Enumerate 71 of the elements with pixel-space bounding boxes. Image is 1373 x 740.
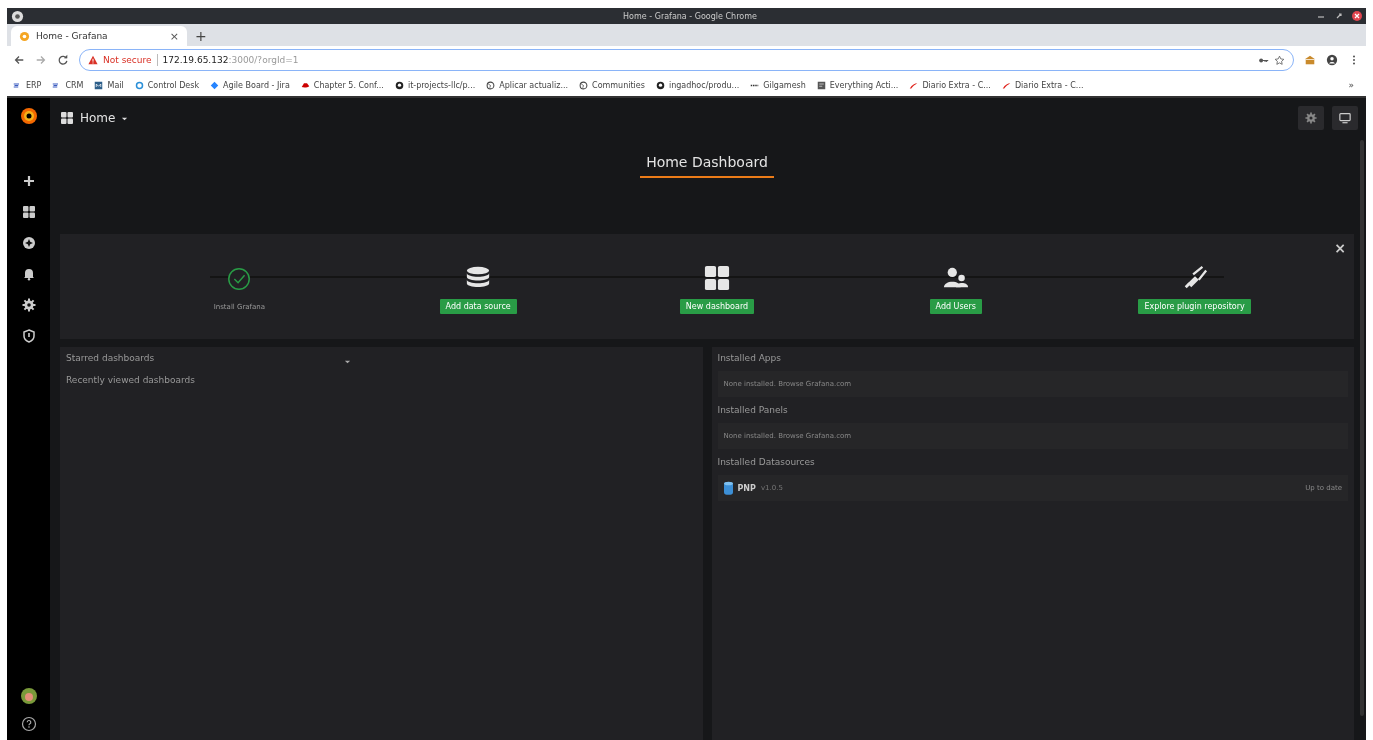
bookmark[interactable]: it-projects-llc/p... [394, 80, 476, 90]
gear-icon [1305, 112, 1317, 124]
step-button[interactable]: Add data source [439, 299, 517, 314]
swoosh-icon [1001, 80, 1011, 90]
compass-icon[interactable] [21, 236, 36, 250]
back-icon[interactable] [13, 54, 25, 66]
hat-icon [300, 80, 310, 90]
security-label: Not secure [103, 55, 152, 65]
bookmark[interactable]: ERP [13, 80, 42, 90]
bookmark[interactable]: Gilgamesh [750, 80, 806, 90]
grafana-logo-icon [19, 30, 30, 42]
step-button[interactable]: Explore plugin repository [1138, 299, 1251, 314]
dashboards-icon [60, 111, 74, 125]
browser-tab[interactable]: Home - Grafana × [11, 26, 187, 46]
bookmark[interactable]: Mail [94, 80, 124, 90]
bookmark[interactable]: Diario Extra - C... [1001, 80, 1084, 90]
profile-icon[interactable] [1326, 54, 1338, 66]
new-tab-button[interactable]: + [195, 28, 207, 44]
more-bookmarks-button[interactable]: » [1348, 80, 1354, 90]
ring-icon [134, 80, 144, 90]
bookmark[interactable]: Everything Acti... [816, 80, 899, 90]
monitor-icon [1339, 112, 1351, 124]
dashboards-icon[interactable] [21, 205, 36, 219]
globe-icon [579, 80, 589, 90]
bookmark[interactable]: ingadhoc/produ... [655, 80, 740, 90]
app-icon [11, 9, 24, 23]
settings-icon[interactable] [21, 298, 36, 312]
section-heading: Installed Datasources [717, 457, 816, 467]
plugin-name: PNP [737, 483, 756, 493]
starred-dashboards-heading: Starred dashboards [66, 353, 155, 363]
warning-icon [88, 55, 98, 65]
help-icon[interactable] [20, 716, 37, 732]
dashboard-picker[interactable]: Home [60, 111, 129, 125]
tv-mode-button[interactable] [1332, 106, 1358, 130]
star-icon[interactable] [1274, 54, 1285, 66]
grid-icon [704, 265, 730, 291]
tab-title: Home - Grafana [36, 31, 109, 41]
url-host: 172.19.65.132 [162, 55, 229, 65]
bookmark[interactable]: CRM [52, 80, 84, 90]
database-icon [723, 480, 733, 496]
url-path: :3000/?orgId=1 [228, 55, 299, 65]
globe-icon [486, 80, 496, 90]
mail-icon [94, 80, 104, 90]
dashboard-title: Home Dashboard [640, 154, 774, 178]
swoosh-icon [909, 80, 919, 90]
close-icon[interactable] [1352, 11, 1362, 21]
avatar-icon[interactable] [20, 688, 37, 704]
plus-icon[interactable] [21, 174, 36, 188]
bookmark[interactable]: Aplicar actualiz... [486, 80, 569, 90]
shield-icon[interactable] [21, 329, 36, 343]
step-button[interactable]: Add Users [929, 299, 982, 314]
reload-icon[interactable] [57, 54, 69, 66]
bookmark[interactable]: Chapter 5. Conf... [300, 80, 384, 90]
step-button[interactable]: New dashboard [679, 299, 755, 314]
window-title: Home - Grafana - Google Chrome [622, 11, 758, 21]
stripes-icon [13, 80, 22, 90]
diamond-icon [210, 80, 220, 90]
bookmark[interactable]: Diario Extra - C... [909, 80, 991, 90]
section-heading: Installed Panels [717, 405, 789, 415]
recent-dashboards-heading: Recently viewed dashboards [66, 375, 196, 385]
bookmark[interactable]: Control Desk [134, 80, 200, 90]
close-button[interactable]: × [1334, 240, 1346, 256]
book-icon [816, 80, 826, 90]
check-circle-icon [226, 265, 253, 292]
tab-close-button[interactable]: × [169, 29, 179, 43]
section-heading: Installed Apps [717, 353, 782, 363]
bookmark[interactable]: Communities [579, 80, 645, 90]
maximize-icon[interactable] [1334, 11, 1344, 21]
settings-button[interactable] [1298, 106, 1324, 130]
grafana-logo-icon[interactable] [18, 106, 39, 126]
bookmark[interactable]: Agile Board - Jira [210, 80, 290, 90]
